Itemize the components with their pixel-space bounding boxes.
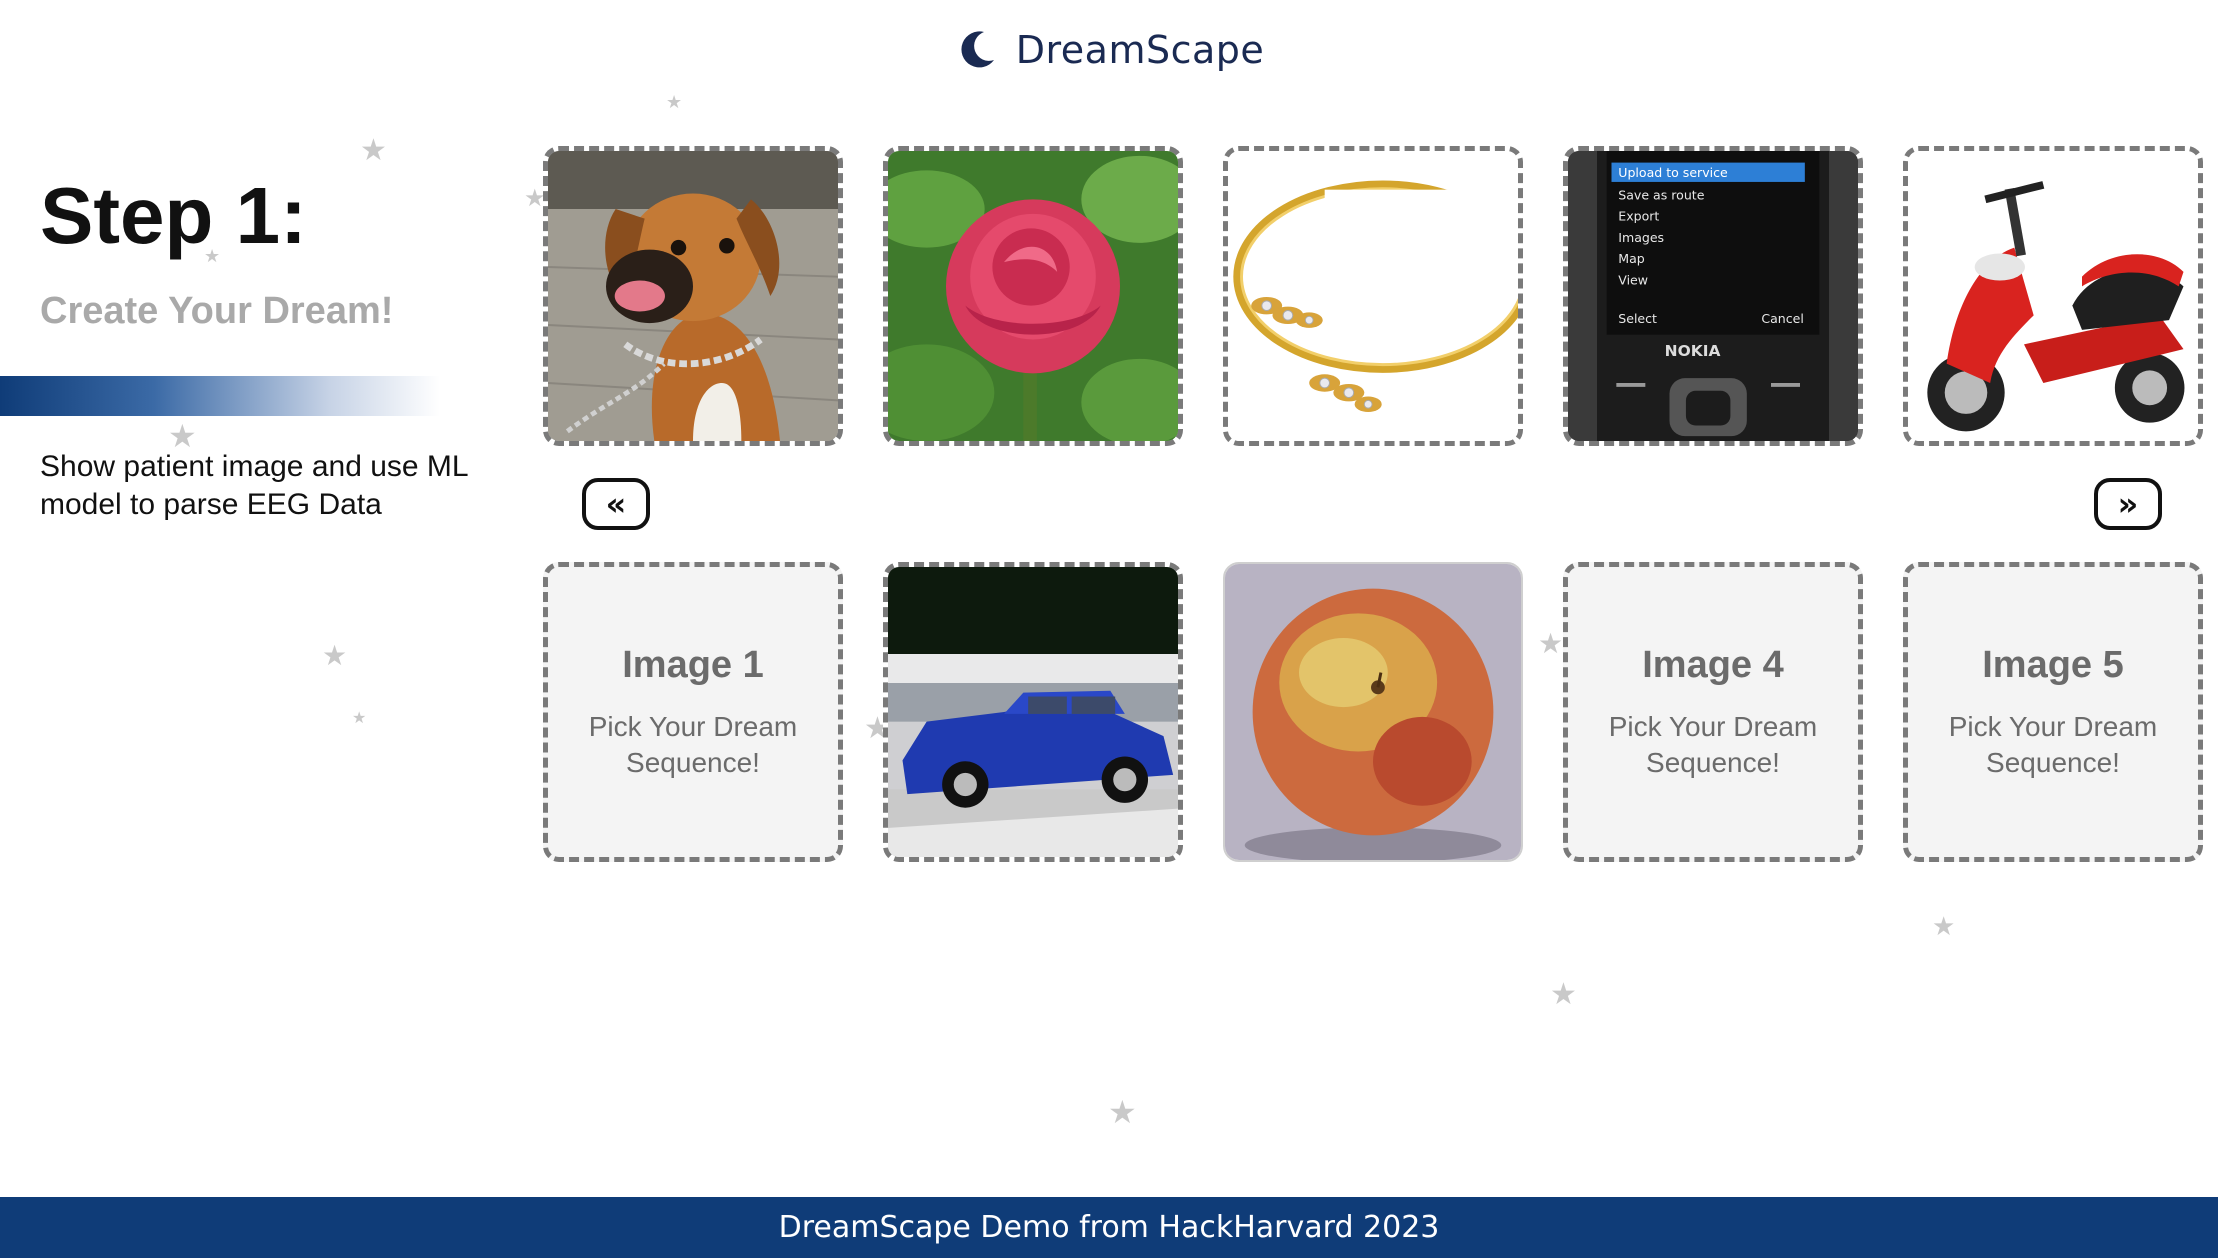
svg-text:Cancel: Cancel xyxy=(1761,311,1804,326)
star-icon: ★ xyxy=(1538,627,1564,660)
gallery-image-dog[interactable] xyxy=(543,146,843,446)
step-subtitle: Create Your Dream! xyxy=(40,290,394,332)
svg-text:Upload to service: Upload to service xyxy=(1618,165,1728,180)
star-icon: ★ xyxy=(352,708,367,727)
brand-name: DreamScape xyxy=(1015,28,1265,72)
slot-hint: Pick Your Dream Sequence! xyxy=(1608,710,1818,778)
moon-icon xyxy=(961,31,994,68)
svg-text:Export: Export xyxy=(1618,209,1659,224)
gallery-image-nokia-phone[interactable]: Upload to service Save as route Export I… xyxy=(1563,146,1863,446)
footer-text: DreamScape Demo from HackHarvard 2023 xyxy=(778,1210,1440,1245)
star-icon: ★ xyxy=(1108,1093,1137,1131)
scooter-image xyxy=(1908,151,2198,441)
svg-text:Map: Map xyxy=(1618,251,1645,266)
star-icon: ★ xyxy=(1550,977,1577,1012)
sequence-slot-2[interactable] xyxy=(883,562,1183,862)
footer-bar: DreamScape Demo from HackHarvard 2023 xyxy=(0,1197,2218,1258)
gallery-image-bracelet[interactable] xyxy=(1223,146,1523,446)
gallery-image-scooter[interactable] xyxy=(1903,146,2203,446)
rose-image xyxy=(888,151,1178,441)
brand-header: DreamScape xyxy=(0,28,2218,72)
star-icon: ★ xyxy=(666,92,683,113)
star-icon: ★ xyxy=(360,133,387,168)
svg-text:View: View xyxy=(1618,272,1648,287)
next-button[interactable]: » xyxy=(2094,478,2162,530)
star-icon: ★ xyxy=(322,639,348,672)
sequence-slot-1[interactable]: Image 1 Pick Your Dream Sequence! xyxy=(543,562,843,862)
svg-text:NOKIA: NOKIA xyxy=(1665,342,1721,360)
step-description: Show patient image and use ML model to p… xyxy=(40,450,468,521)
svg-text:Images: Images xyxy=(1618,230,1664,245)
phone-image: Upload to service Save as route Export I… xyxy=(1568,151,1858,441)
bracelet-image xyxy=(1228,151,1518,441)
accent-gradient-bar xyxy=(0,376,440,416)
slot-hint: Pick Your Dream Sequence! xyxy=(1948,710,2158,778)
sequence-slot-4[interactable]: Image 4 Pick Your Dream Sequence! xyxy=(1563,562,1863,862)
blue-car-image xyxy=(888,567,1178,857)
previous-button[interactable]: « xyxy=(582,478,650,530)
slot-title: Image 4 xyxy=(1642,643,1784,686)
slot-title: Image 5 xyxy=(1982,643,2124,686)
gallery-image-rose[interactable] xyxy=(883,146,1183,446)
svg-text:Select: Select xyxy=(1618,311,1657,326)
sequence-slot-5[interactable]: Image 5 Pick Your Dream Sequence! xyxy=(1903,562,2203,862)
slot-title: Image 1 xyxy=(622,643,764,686)
step-heading: Step 1: xyxy=(40,171,307,260)
star-icon: ★ xyxy=(1932,912,1956,942)
svg-text:Save as route: Save as route xyxy=(1618,187,1704,202)
sequence-slot-3[interactable] xyxy=(1223,562,1523,862)
slot-hint: Pick Your Dream Sequence! xyxy=(588,710,798,778)
apple-image xyxy=(1225,564,1521,860)
dog-image xyxy=(548,151,838,441)
